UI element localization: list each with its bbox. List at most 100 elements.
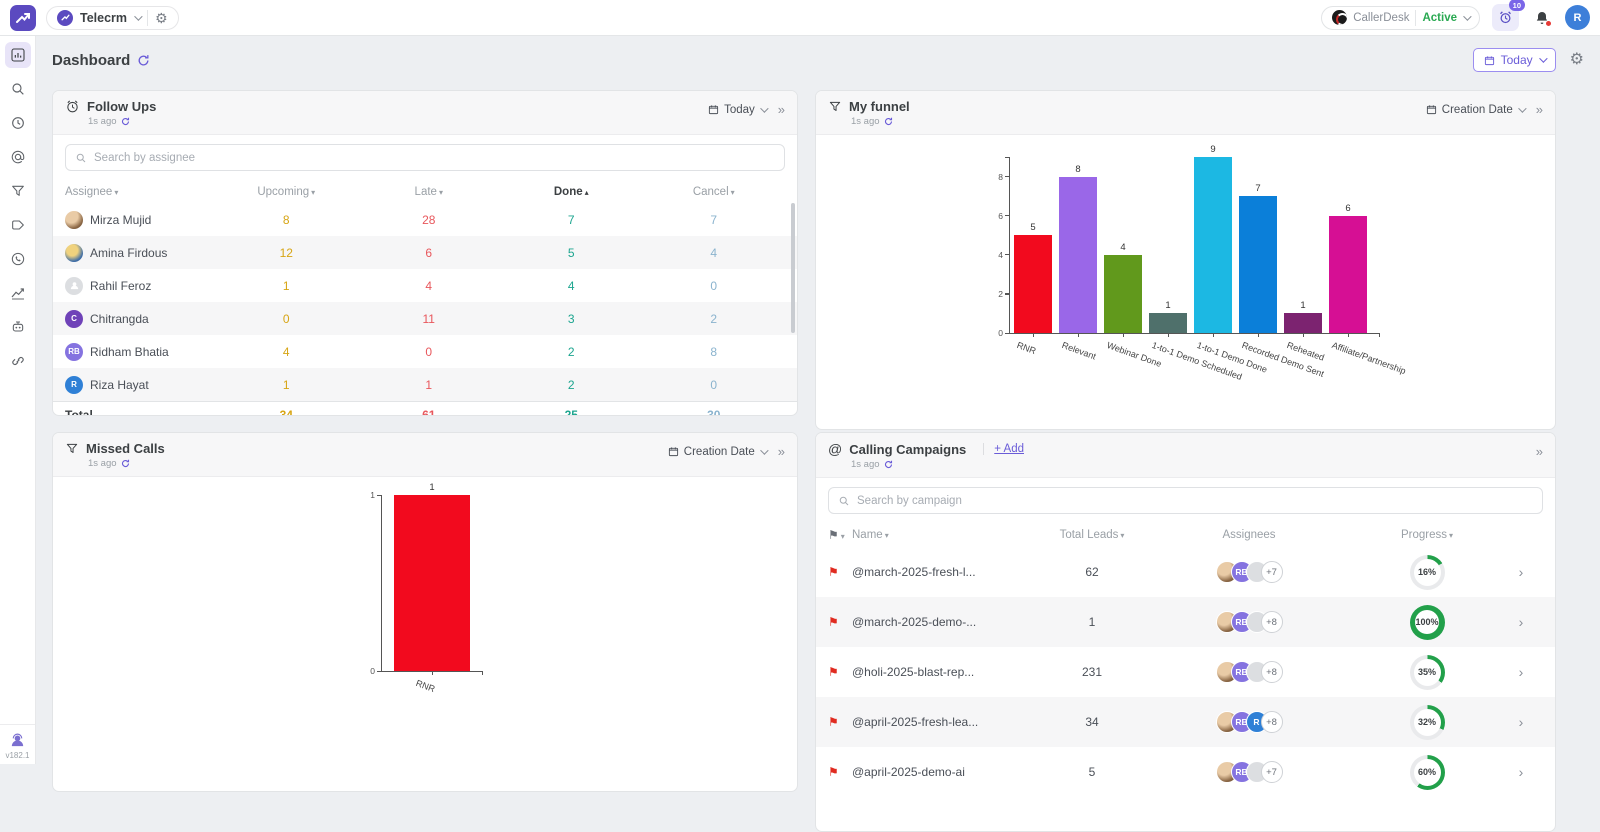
assignees-avatars: RB+7: [1156, 561, 1342, 583]
campaigns-search[interactable]: [828, 487, 1543, 514]
col-upcoming[interactable]: Upcoming▾: [215, 186, 358, 198]
progress-ring: 35%: [1410, 655, 1445, 690]
missed-calls-bar-chart: 011RNR: [381, 495, 491, 671]
user-avatar[interactable]: R: [1565, 5, 1590, 30]
sidebar-item-integrations[interactable]: [5, 348, 31, 374]
workspace-switcher[interactable]: Telecrm ⚙: [46, 6, 179, 30]
avatar: R: [65, 376, 83, 394]
app-logo-icon[interactable]: [10, 5, 36, 31]
table-row[interactable]: Mirza Mujid 8 28 7 7: [53, 203, 797, 236]
refresh-icon[interactable]: [121, 117, 130, 126]
sidebar-item-bot[interactable]: [5, 314, 31, 340]
add-campaign-link[interactable]: + Add: [983, 443, 1024, 455]
my-funnel-card: My funnel 1s ago Creation Date » 024685R…: [815, 90, 1556, 430]
followups-search[interactable]: [65, 144, 785, 171]
bar-1-to-1-demo-done: [1194, 157, 1232, 333]
row-chevron-icon[interactable]: ›: [1512, 564, 1530, 580]
upcoming-count: 1: [215, 378, 358, 392]
bar-recorded-demo-sent: [1239, 196, 1277, 333]
table-row[interactable]: RBRidham Bhatia 4 0 2 8: [53, 335, 797, 368]
refresh-icon[interactable]: [884, 117, 893, 126]
funnel-bar-chart: 024685RNR8Relevant4Webinar Done11-to-1 D…: [1009, 157, 1549, 333]
col-late[interactable]: Late▾: [358, 186, 501, 198]
followups-scrollbar[interactable]: [791, 203, 795, 333]
bar-reheated: [1284, 313, 1322, 333]
cancel-count: 8: [643, 345, 786, 359]
done-count: 2: [500, 345, 643, 359]
row-chevron-icon[interactable]: ›: [1512, 664, 1530, 680]
table-row[interactable]: Amina Firdous 12 6 5 4: [53, 236, 797, 269]
cancel-count: 7: [643, 213, 786, 227]
expand-panel-icon[interactable]: »: [778, 444, 785, 459]
table-row[interactable]: RRiza Hayat 1 1 2 0: [53, 368, 797, 401]
campaigns-search-input[interactable]: [857, 495, 1533, 507]
funnel-date-filter[interactable]: Creation Date: [1426, 104, 1524, 116]
bar-relevant: [1059, 177, 1097, 333]
reminders-button[interactable]: 10: [1492, 4, 1519, 31]
workspace-settings-icon[interactable]: ⚙: [155, 11, 168, 25]
expand-panel-icon[interactable]: »: [1536, 444, 1543, 459]
missedcalls-date-filter[interactable]: Creation Date: [668, 446, 766, 458]
flag-icon: ⚑: [828, 615, 852, 629]
col-progress[interactable]: Progress▾: [1342, 529, 1512, 541]
table-row[interactable]: ⚑ @april-2025-demo-ai 5 RB+7 60% ›: [816, 747, 1555, 797]
campaign-name: @april-2025-demo-ai: [852, 765, 1028, 779]
funnel-icon: [828, 100, 842, 114]
assignee-name: Amina Firdous: [90, 246, 167, 260]
support-agent-icon[interactable]: [9, 732, 26, 749]
total-leads: 231: [1028, 665, 1156, 679]
table-row[interactable]: ⚑ @march-2025-demo-... 1 RB+8 100% ›: [816, 597, 1555, 647]
calendar-icon: [668, 446, 679, 457]
trend-line-icon: [10, 285, 26, 301]
row-chevron-icon[interactable]: ›: [1512, 764, 1530, 780]
page-refresh-icon[interactable]: [137, 54, 150, 67]
updated-label: 1s ago: [851, 116, 880, 127]
sidebar-item-dashboard[interactable]: [5, 42, 31, 68]
refresh-icon[interactable]: [884, 460, 893, 469]
upcoming-count: 4: [215, 345, 358, 359]
campaign-name: @holi-2025-blast-rep...: [852, 665, 1028, 679]
topbar: Telecrm ⚙ CallerDesk Active 10 R: [0, 0, 1600, 36]
callerdesk-status[interactable]: CallerDesk Active: [1321, 6, 1480, 30]
workspace-name: Telecrm: [80, 11, 127, 25]
sidebar-item-funnel[interactable]: [5, 178, 31, 204]
col-cancel[interactable]: Cancel▾: [643, 186, 786, 198]
search-icon: [838, 495, 850, 507]
row-chevron-icon[interactable]: ›: [1512, 714, 1530, 730]
sidebar-item-whatsapp[interactable]: [5, 246, 31, 272]
col-total-leads[interactable]: Total Leads▾: [1028, 529, 1156, 541]
search-icon: [75, 152, 87, 164]
col-name[interactable]: Name▾: [852, 529, 1028, 541]
followups-total-row: Total 34 61 25 30: [53, 401, 797, 416]
row-chevron-icon[interactable]: ›: [1512, 614, 1530, 630]
progress-value: 32%: [1414, 709, 1441, 736]
reminders-badge: 10: [1509, 0, 1525, 11]
expand-panel-icon[interactable]: »: [1536, 102, 1543, 117]
col-flag[interactable]: ⚑▾: [828, 528, 852, 542]
table-row[interactable]: ⚑ @holi-2025-blast-rep... 231 RB+8 35% ›: [816, 647, 1555, 697]
page-date-filter[interactable]: Today: [1473, 48, 1556, 72]
table-row[interactable]: ⚑ @march-2025-fresh-l... 62 RB+7 16% ›: [816, 547, 1555, 597]
notifications-button[interactable]: [1531, 7, 1553, 29]
assignees-extra-count: +7: [1261, 561, 1283, 583]
done-count: 5: [500, 246, 643, 260]
table-row[interactable]: CChitrangda 0 11 3 2: [53, 302, 797, 335]
progress-value: 100%: [1415, 610, 1439, 634]
followups-search-input[interactable]: [94, 152, 775, 164]
followups-date-filter[interactable]: Today: [708, 104, 766, 116]
table-row[interactable]: ⚑ @april-2025-fresh-lea... 34 RBR+8 32% …: [816, 697, 1555, 747]
funnel-icon: [10, 183, 26, 199]
col-assignee[interactable]: Assignee▾: [65, 186, 215, 198]
dashboard-settings-icon[interactable]: ⚙: [1570, 52, 1584, 68]
chevron-down-icon: [760, 446, 768, 454]
expand-panel-icon[interactable]: »: [778, 102, 785, 117]
refresh-icon[interactable]: [121, 459, 130, 468]
col-done[interactable]: Done▴: [500, 186, 643, 198]
sidebar-item-analytics[interactable]: [5, 280, 31, 306]
sidebar-item-search[interactable]: [5, 76, 31, 102]
table-row[interactable]: Rahil Feroz 1 4 4 0: [53, 269, 797, 302]
sidebar-item-history[interactable]: [5, 110, 31, 136]
sidebar-item-tags[interactable]: [5, 212, 31, 238]
total-leads: 34: [1028, 715, 1156, 729]
sidebar-item-mentions[interactable]: [5, 144, 31, 170]
